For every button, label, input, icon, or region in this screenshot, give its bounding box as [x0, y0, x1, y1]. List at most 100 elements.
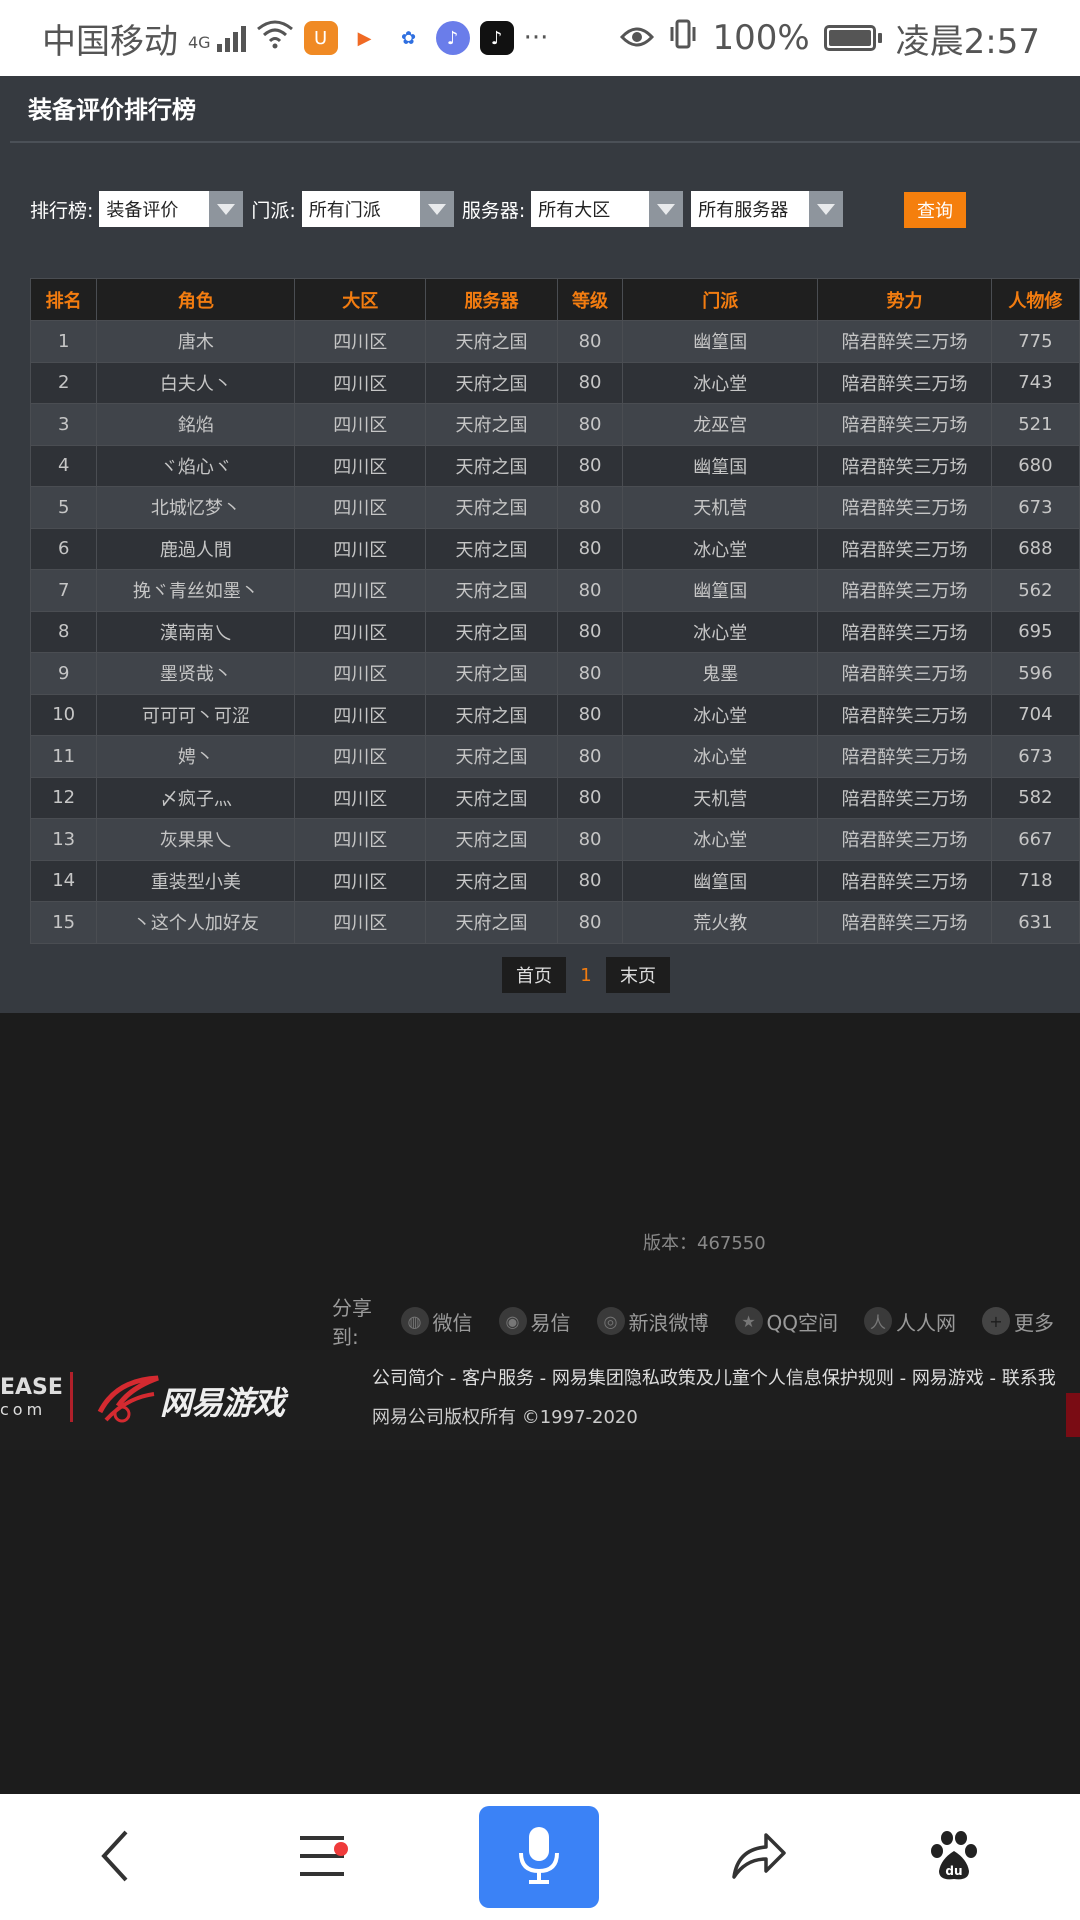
table-cell: 重装型小美 — [96, 859, 296, 902]
table-row[interactable]: 2 白夫人丶 四川区 天府之国 80 冰心堂 陪君醉笑三万场 743 — [29, 361, 1080, 404]
table-cell: 天府之国 — [425, 610, 558, 653]
table-row[interactable]: 5 北城忆梦丶 四川区 天府之国 80 天机营 陪君醉笑三万场 673 — [29, 486, 1080, 529]
table-row[interactable]: 9 墨贤哉丶 四川区 天府之国 80 鬼墨 陪君醉笑三万场 596 — [29, 652, 1080, 695]
footer-links[interactable]: 公司简介 - 客户服务 - 网易集团隐私政策及儿童个人信息保护规则 - 网易游戏… — [372, 1364, 1056, 1390]
table-cell: 娉丶 — [96, 735, 296, 778]
copyright-text: 网易公司版权所有 ©1997-2020 — [372, 1407, 638, 1428]
table-row[interactable]: 8 漢南南乀 四川区 天府之国 80 冰心堂 陪君醉笑三万场 695 — [29, 610, 1080, 653]
back-button[interactable] — [66, 1808, 166, 1908]
last-page-button[interactable]: 末页 — [606, 957, 670, 993]
table-cell: 2 — [29, 361, 98, 404]
table-cell: 冰心堂 — [622, 818, 819, 861]
netease-games-logo[interactable]: 网易游戏 — [160, 1378, 285, 1424]
column-header: 角色 — [96, 278, 296, 321]
table-cell: 陪君醉笑三万场 — [817, 610, 992, 653]
share-item-label: 人人网 — [896, 1310, 956, 1335]
table-row[interactable]: 14 重装型小美 四川区 天府之国 80 幽篁国 陪君醉笑三万场 718 — [29, 859, 1080, 902]
table-row[interactable]: 4 ヾ焰心ヾ 四川区 天府之国 80 幽篁国 陪君醉笑三万场 680 — [29, 444, 1080, 487]
table-cell: 幽篁国 — [622, 859, 819, 902]
column-header: 大区 — [294, 278, 427, 321]
voice-search-button[interactable] — [479, 1806, 599, 1908]
menu-button[interactable] — [272, 1808, 372, 1908]
first-page-button[interactable]: 首页 — [502, 957, 566, 993]
table-cell: 673 — [990, 735, 1080, 778]
share-button[interactable] — [708, 1808, 808, 1908]
table-cell: 挽ヾ青丝如墨丶 — [96, 569, 296, 612]
svg-text:du: du — [945, 1864, 962, 1878]
share-yixin[interactable]: ◉ 易信 — [498, 1307, 571, 1336]
eye-icon — [620, 18, 655, 58]
table-cell: 80 — [556, 610, 624, 653]
table-cell: 四川区 — [294, 361, 427, 404]
table-cell: 80 — [556, 569, 624, 612]
table-cell: 四川区 — [294, 403, 427, 446]
battery-icon — [823, 25, 882, 51]
table-cell: 陪君醉笑三万场 — [817, 403, 992, 446]
table-cell: 灰果果乀 — [96, 818, 296, 861]
share-icon — [730, 1831, 786, 1885]
table-cell: 80 — [556, 859, 624, 902]
table-cell: 陪君醉笑三万场 — [817, 527, 992, 570]
table-cell: 80 — [556, 403, 624, 446]
table-cell: 北城忆梦丶 — [96, 486, 296, 529]
table-row[interactable]: 11 娉丶 四川区 天府之国 80 冰心堂 陪君醉笑三万场 673 — [29, 735, 1080, 778]
table-cell: 8 — [29, 610, 98, 653]
table-cell: 四川区 — [294, 610, 427, 653]
network-type: 4G — [188, 33, 211, 52]
weibo-icon: ◎ — [596, 1307, 625, 1335]
table-cell: 墨贤哉丶 — [96, 652, 296, 695]
table-cell: 冰心堂 — [622, 610, 819, 653]
table-cell: 688 — [990, 527, 1080, 570]
renren-icon: 人 — [864, 1307, 892, 1335]
share-wechat[interactable]: ◍ 微信 — [400, 1307, 473, 1336]
table-cell: 80 — [556, 361, 624, 404]
table-row[interactable]: 7 挽ヾ青丝如墨丶 四川区 天府之国 80 幽篁国 陪君醉笑三万场 562 — [29, 569, 1080, 612]
ranking-table-viewport[interactable]: 排名 角色 大区 服务器 等级 门派 势力 人物修 1 唐木 四川区 天府之国 80 幽篁国 陪君醉笑三万… — [0, 76, 1080, 1076]
table-row[interactable]: 15 丶这个人加好友 四川区 天府之国 80 荒火教 陪君醉笑三万场 631 — [29, 901, 1080, 944]
table-cell: 天府之国 — [425, 486, 558, 529]
share-more[interactable]: + 更多 — [982, 1307, 1054, 1336]
pagination: 首页 1 末页 — [502, 957, 670, 993]
table-cell: 5 — [29, 486, 98, 529]
column-header: 排名 — [29, 278, 98, 321]
table-cell: 陪君醉笑三万场 — [817, 901, 992, 944]
table-cell: 四川区 — [294, 486, 427, 529]
baidu-app-icon: ✿ — [391, 21, 426, 55]
battery-percent: 100% — [712, 18, 810, 58]
table-cell: 80 — [556, 693, 624, 736]
notification-dot — [334, 1842, 348, 1856]
table-cell: 陪君醉笑三万场 — [817, 859, 992, 902]
table-row[interactable]: 3 銘焰 四川区 天府之国 80 龙巫宫 陪君醉笑三万场 521 — [29, 403, 1080, 446]
share-item-label: 更多 — [1014, 1310, 1054, 1335]
table-cell: 596 — [990, 652, 1080, 695]
table-cell: 11 — [29, 735, 98, 778]
table-row[interactable]: 10 可可可丶可涩 四川区 天府之国 80 冰心堂 陪君醉笑三万场 704 — [29, 693, 1080, 736]
side-tab[interactable] — [1066, 1393, 1080, 1437]
baidu-button[interactable]: du — [904, 1808, 1004, 1908]
table-cell: 天府之国 — [425, 320, 558, 363]
share-renren[interactable]: 人人人网 — [864, 1307, 956, 1336]
video-app-icon: ▶ — [347, 21, 382, 55]
table-cell: 四川区 — [294, 818, 427, 861]
table-cell: 14 — [29, 859, 98, 902]
table-row[interactable]: 13 灰果果乀 四川区 天府之国 80 冰心堂 陪君醉笑三万场 667 — [29, 818, 1080, 861]
table-cell: 陪君醉笑三万场 — [817, 693, 992, 736]
table-cell: 四川区 — [294, 735, 427, 778]
table-row[interactable]: 6 鹿過人間 四川区 天府之国 80 冰心堂 陪君醉笑三万场 688 — [29, 527, 1080, 570]
table-cell: 陪君醉笑三万场 — [817, 320, 992, 363]
table-cell: 天府之国 — [425, 527, 558, 570]
share-weibo[interactable]: ◎ 新浪微博 — [596, 1307, 709, 1336]
plus-icon: + — [982, 1307, 1010, 1335]
table-cell: 718 — [990, 859, 1080, 902]
current-page[interactable]: 1 — [566, 965, 606, 986]
table-body: 1 唐木 四川区 天府之国 80 幽篁国 陪君醉笑三万场 775 2 白夫人丶 四川区 天府之国 80 冰… — [29, 320, 1080, 944]
table-cell: 冰心堂 — [622, 693, 819, 736]
table-cell: 鬼墨 — [622, 652, 819, 695]
bottom-nav: du — [0, 1794, 1080, 1920]
share-qzone[interactable]: ★ QQ空间 — [734, 1307, 838, 1336]
qzone-star-icon: ★ — [734, 1307, 763, 1335]
table-row[interactable]: 1 唐木 四川区 天府之国 80 幽篁国 陪君醉笑三万场 775 — [29, 320, 1080, 363]
table-row[interactable]: 12 〆疯子灬 四川区 天府之国 80 天机营 陪君醉笑三万场 582 — [29, 776, 1080, 819]
table-cell: 80 — [556, 652, 624, 695]
table-cell: 鹿過人間 — [96, 527, 296, 570]
